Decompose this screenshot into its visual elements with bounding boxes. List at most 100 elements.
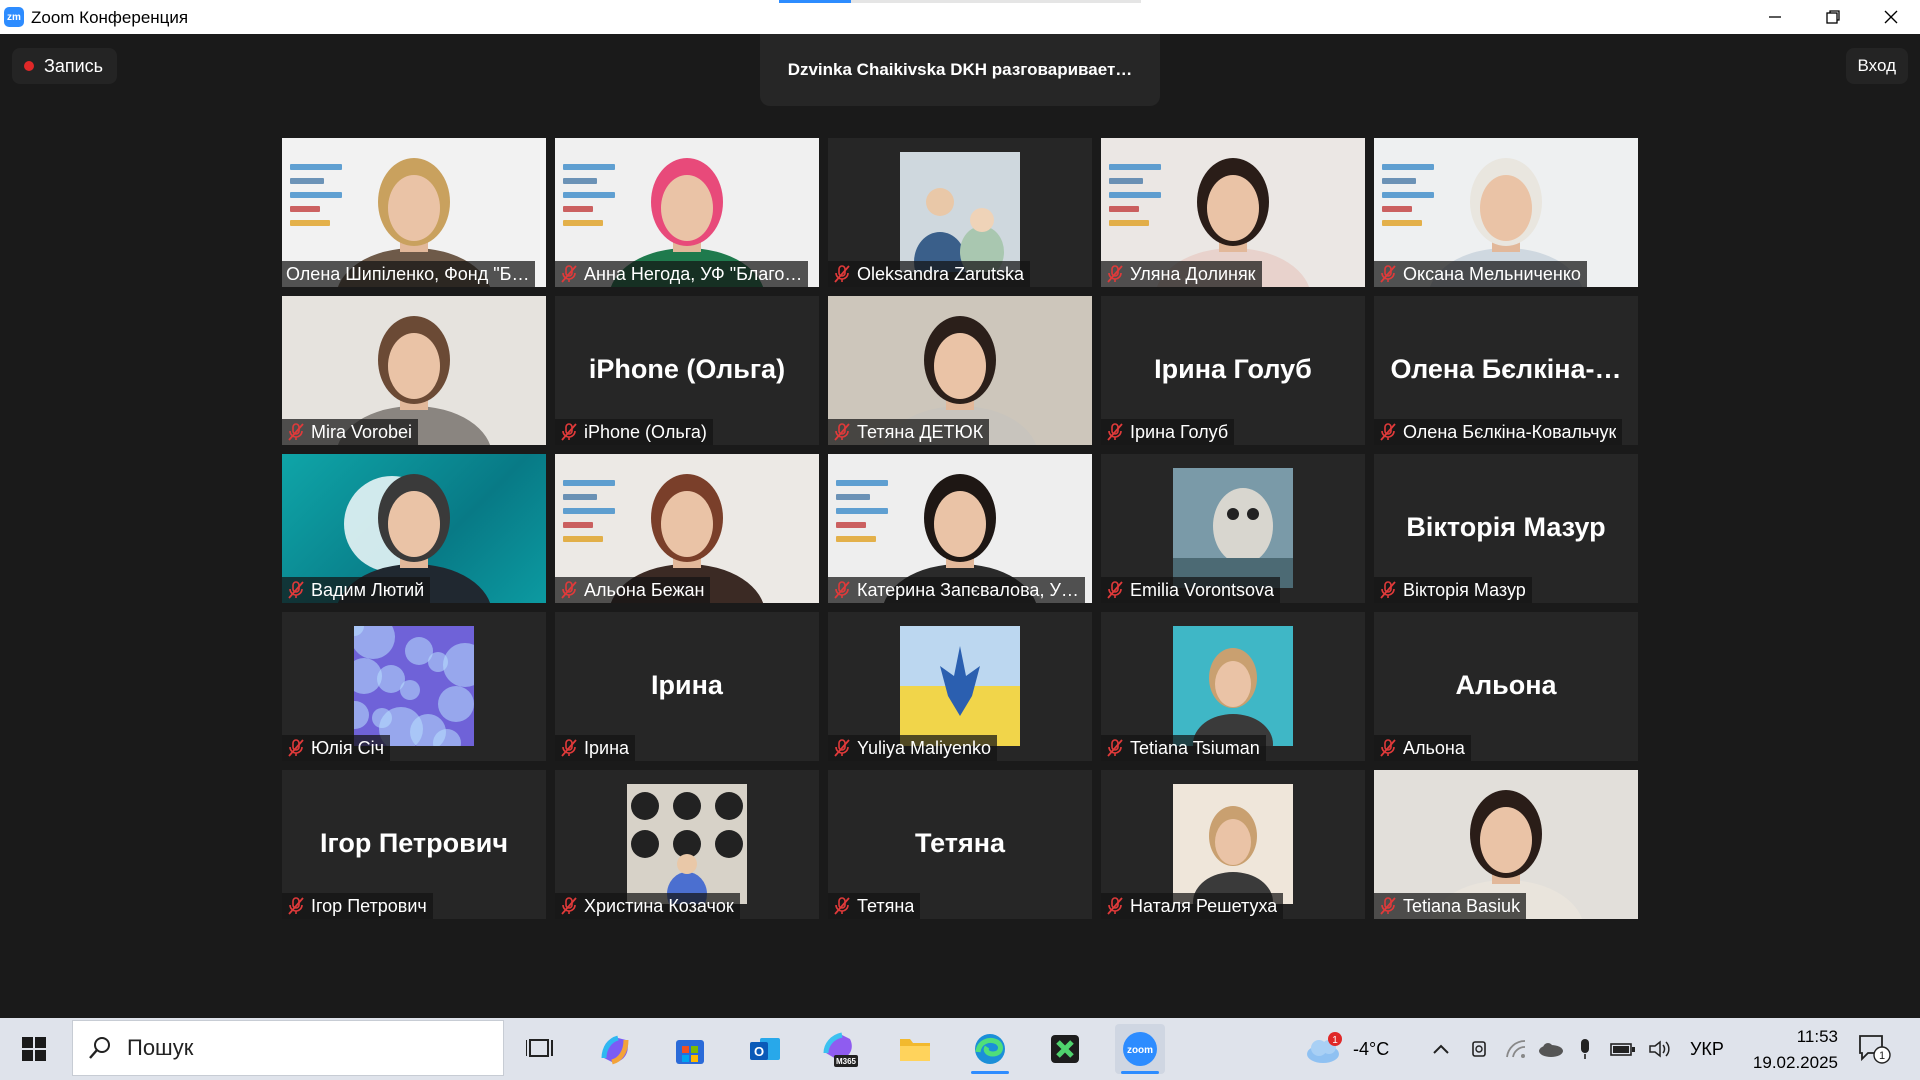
participant-tile[interactable]: Ірина Ірина (555, 612, 819, 761)
close-button[interactable] (1862, 0, 1920, 34)
search-icon (89, 1037, 110, 1059)
participant-name: Христина Козачок (584, 895, 734, 916)
participant-name-label: Христина Козачок (555, 893, 740, 919)
start-button[interactable] (22, 1037, 46, 1066)
notification-button[interactable]: 1 (1858, 1018, 1892, 1080)
taskbar-zoom[interactable]: zoom (1115, 1024, 1165, 1074)
svg-text:1: 1 (1879, 1050, 1885, 1062)
participant-tile[interactable]: Юлія Січ (282, 612, 546, 761)
window-title: Zoom Конференция (31, 8, 189, 27)
participant-tile[interactable]: Вікторія Мазур Вікторія Мазур (1374, 454, 1638, 603)
participant-tile[interactable]: iPhone (Ольга) iPhone (Ольга) (555, 296, 819, 445)
notification-icon: 1 (1859, 1035, 1891, 1064)
participant-tile[interactable]: Emilia Vorontsova (1101, 454, 1365, 603)
taskbar-outlook[interactable]: O (740, 1024, 790, 1074)
participant-name: Вадим Лютий (311, 579, 425, 600)
participant-name: Катерина Запєвалова, У… (857, 579, 1079, 600)
tray-battery-button[interactable] (1610, 1018, 1636, 1080)
avatar-image-icon (1173, 468, 1293, 588)
participant-tile[interactable]: Олена Шипіленко, Фонд "Б… (282, 138, 546, 287)
input-language[interactable]: УКР (1690, 1018, 1724, 1080)
muted-mic-icon (1380, 423, 1396, 441)
participant-name: Ірина (584, 737, 630, 758)
onedrive-cloud-icon (1539, 1043, 1563, 1057)
edge-icon (975, 1034, 1005, 1064)
recording-indicator[interactable]: Запись (12, 48, 118, 84)
restore-button[interactable] (1804, 0, 1862, 34)
participant-tile[interactable]: Тетяна ДЕТЮК (828, 296, 1092, 445)
view-label: Вход (1857, 56, 1896, 75)
participant-tile[interactable]: Олена Бєлкіна-… Олена Бєлкіна-Ковальчук (1374, 296, 1638, 445)
participant-tile[interactable]: Катерина Запєвалова, У… (828, 454, 1092, 603)
participant-tile[interactable]: Tetiana Tsiuman (1101, 612, 1365, 761)
participant-name-label: Юлія Січ (282, 735, 391, 761)
weather-widget[interactable]: 1 -4°C (1305, 1018, 1389, 1080)
participant-tile[interactable]: Вадим Лютий (282, 454, 546, 603)
taskbar-m365[interactable]: M365 (815, 1024, 865, 1074)
tray-mic-button[interactable] (1578, 1018, 1592, 1080)
participant-name-label: Тетяна (828, 893, 921, 919)
view-button[interactable]: Вход (1845, 48, 1908, 84)
participant-tile[interactable]: Анна Негода, УФ "Благо… (555, 138, 819, 287)
participant-tile[interactable]: Уляна Долиняк (1101, 138, 1365, 287)
svg-text:zoom: zoom (1127, 1045, 1153, 1056)
muted-mic-icon (288, 581, 304, 599)
participant-tile[interactable]: Тетяна Тетяна (828, 770, 1092, 919)
recording-label: Запись (44, 55, 104, 76)
participant-name: Emilia Vorontsova (1130, 579, 1275, 600)
taskbar-copilot[interactable] (590, 1024, 640, 1074)
participant-name: Вікторія Мазур (1403, 579, 1526, 600)
participant-tile[interactable]: Наталя Решетуха (1101, 770, 1365, 919)
taskbar-search[interactable]: Пошук (72, 1020, 504, 1076)
participant-tile[interactable]: Mira Vorobei (282, 296, 546, 445)
windows-logo-icon (22, 1037, 46, 1061)
participant-name-label: Уляна Долиняк (1101, 261, 1262, 287)
muted-mic-icon (288, 739, 304, 757)
taskbar-file-explorer[interactable] (890, 1024, 940, 1074)
tray-meet-button[interactable] (1470, 1018, 1490, 1080)
participant-name-label: Альона (1374, 735, 1471, 761)
participant-avatar (1173, 784, 1293, 904)
muted-mic-icon (834, 581, 850, 599)
tray-overflow-button[interactable] (1432, 1018, 1450, 1080)
taskbar-store[interactable] (665, 1024, 715, 1074)
muted-mic-icon (561, 897, 577, 915)
outlook-icon: O (750, 1038, 780, 1060)
zoom-app-icon: zoom (1123, 1032, 1157, 1066)
tray-volume-button[interactable] (1648, 1018, 1672, 1080)
participant-tile[interactable]: Yuliya Maliyenko (828, 612, 1092, 761)
clock-date: 19.02.2025 (1752, 1053, 1838, 1072)
minimize-button[interactable] (1746, 0, 1804, 34)
participant-name-label: Oleksandra Zarutska (828, 261, 1031, 287)
participant-name: Tetiana Basiuk (1403, 895, 1521, 916)
participant-avatar (1173, 468, 1293, 588)
participant-tile[interactable]: Христина Козачок (555, 770, 819, 919)
avatar-image-icon (1173, 784, 1293, 904)
participant-tile[interactable]: Альона Бежан (555, 454, 819, 603)
participant-name-label: Ірина (555, 735, 636, 761)
participant-name: Олена Шипіленко, Фонд "Б… (286, 263, 530, 284)
m365-icon: M365 (823, 1032, 858, 1067)
participant-name: Альона (1403, 737, 1465, 758)
participant-name-label: Вадим Лютий (282, 577, 431, 603)
participant-tile[interactable]: Оксана Мельниченко (1374, 138, 1638, 287)
task-view-button[interactable] (515, 1024, 565, 1074)
taskbar-app-green[interactable] (1040, 1024, 1090, 1074)
participant-display-name: Ірина (651, 670, 723, 700)
participant-tile[interactable]: Альона Альона (1374, 612, 1638, 761)
chevron-up-icon (1433, 1044, 1449, 1054)
taskbar-edge[interactable] (965, 1024, 1015, 1074)
participant-tile[interactable]: Ігор Петрович Ігор Петрович (282, 770, 546, 919)
participant-tile[interactable]: Oleksandra Zarutska (828, 138, 1092, 287)
participant-name: Yuliya Maliyenko (857, 737, 992, 758)
participant-tile[interactable]: Ірина Голуб Ірина Голуб (1101, 296, 1365, 445)
tray-network-button[interactable] (1505, 1018, 1527, 1080)
participant-tile[interactable]: Tetiana Basiuk (1374, 770, 1638, 919)
muted-mic-icon (834, 423, 850, 441)
tray-onedrive-button[interactable] (1538, 1018, 1564, 1080)
taskbar-clock[interactable]: 11:53 19.02.2025 (1753, 1024, 1838, 1076)
participant-display-name: Вікторія Мазур (1406, 512, 1606, 542)
muted-mic-icon (1380, 739, 1396, 757)
participant-name-label: Анна Негода, УФ "Благо… (555, 261, 809, 287)
svg-text:O: O (754, 1044, 764, 1059)
